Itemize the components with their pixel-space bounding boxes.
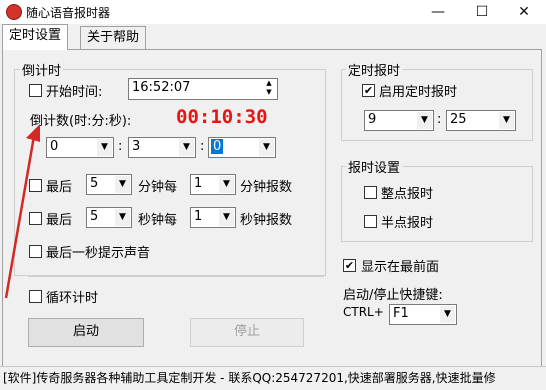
last-second-sound-checkbox[interactable] xyxy=(29,245,42,258)
tab-timer-settings[interactable]: 定时设置 xyxy=(2,24,69,50)
second-every-label: 秒钟每 xyxy=(138,213,178,228)
last-seconds-checkbox[interactable] xyxy=(29,212,42,225)
spin-down-icon[interactable]: ▼ xyxy=(262,88,276,97)
last-seconds-label: 最后 xyxy=(46,213,73,228)
loop-label: 循环计时 xyxy=(46,291,99,306)
hotkey-select[interactable]: F1 ▼ xyxy=(389,304,457,325)
minute-interval-value: 1 xyxy=(194,176,203,191)
last-minutes-value: 5 xyxy=(90,176,99,191)
start-time-checkbox[interactable] xyxy=(29,84,42,97)
announce-group xyxy=(341,166,533,242)
loop-checkbox[interactable] xyxy=(29,290,42,303)
seconds-value: 0 xyxy=(211,139,224,154)
start-time-value: 16:52:07 xyxy=(132,80,191,95)
stop-button[interactable]: 停止 xyxy=(190,318,304,347)
window-title: 随心语音报时器 xyxy=(26,6,111,20)
chevron-down-icon: ▼ xyxy=(259,139,274,156)
on-hour-label: 整点报时 xyxy=(381,187,434,202)
minute-interval-select[interactable]: 1 ▼ xyxy=(190,174,236,195)
start-button[interactable]: 启动 xyxy=(28,318,144,347)
schedule-hour-select[interactable]: 9 ▼ xyxy=(364,110,434,131)
start-time-spinner[interactable]: ▲ ▼ xyxy=(262,79,276,99)
minutes-select[interactable]: 3 ▼ xyxy=(128,137,196,158)
always-on-top-checkbox[interactable]: ✔ xyxy=(343,259,356,272)
half-hour-label: 半点报时 xyxy=(381,216,434,231)
chevron-down-icon: ▼ xyxy=(417,112,432,129)
status-text: [软件]传奇服务器各种辅助工具定制开发 - 联系QQ:254727201,快速部… xyxy=(3,371,496,385)
app-clock-icon xyxy=(6,4,22,20)
enable-scheduled-checkbox[interactable]: ✔ xyxy=(362,84,375,97)
chevron-down-icon: ▼ xyxy=(499,112,514,129)
last-seconds-value: 5 xyxy=(90,209,99,224)
chevron-down-icon: ▼ xyxy=(97,139,112,156)
sep-hm: : xyxy=(118,139,123,154)
schedule-sep: : xyxy=(437,112,442,127)
last-second-sound-label: 最后一秒提示声音 xyxy=(46,246,151,261)
second-interval-value: 1 xyxy=(194,209,203,224)
last-minutes-checkbox[interactable] xyxy=(29,179,42,192)
spin-up-icon[interactable]: ▲ xyxy=(262,79,276,88)
on-hour-checkbox[interactable] xyxy=(364,186,377,199)
close-button[interactable]: ✕ xyxy=(502,0,546,24)
minute-every-label: 分钟每 xyxy=(138,180,178,195)
second-report-label: 秒钟报数 xyxy=(240,213,293,228)
schedule-minute-value: 25 xyxy=(450,112,467,127)
last-seconds-select[interactable]: 5 ▼ xyxy=(86,207,132,228)
minimize-button[interactable]: — xyxy=(416,0,460,24)
start-time-label: 开始时间: xyxy=(46,85,103,100)
half-hour-checkbox[interactable] xyxy=(364,215,377,228)
last-minutes-select[interactable]: 5 ▼ xyxy=(86,174,132,195)
countdown-group-label: 倒计时 xyxy=(20,60,64,79)
chevron-down-icon: ▼ xyxy=(115,176,130,193)
enable-scheduled-label: 启用定时报时 xyxy=(379,85,458,100)
schedule-minute-select[interactable]: 25 ▼ xyxy=(446,110,516,131)
last-minutes-label: 最后 xyxy=(46,180,73,195)
announce-group-label: 报时设置 xyxy=(346,157,403,176)
hotkey-label: 启动/停止快捷键: xyxy=(343,288,443,303)
hotkey-modifier: CTRL+ xyxy=(343,305,384,319)
hotkey-value: F1 xyxy=(393,306,409,321)
second-interval-select[interactable]: 1 ▼ xyxy=(190,207,236,228)
minute-report-label: 分钟报数 xyxy=(240,180,293,195)
title-bar: 随心语音报时器 — ☐ ✕ xyxy=(0,0,546,24)
sep-ms: : xyxy=(200,139,205,154)
chevron-down-icon: ▼ xyxy=(219,209,234,226)
chevron-down-icon: ▼ xyxy=(179,139,194,156)
tab-about-help[interactable]: 关于帮助 xyxy=(80,26,147,49)
chevron-down-icon: ▼ xyxy=(219,176,234,193)
divider xyxy=(28,276,324,277)
start-time-input[interactable]: 16:52:07 ▲ ▼ xyxy=(128,78,278,100)
schedule-hour-value: 9 xyxy=(368,112,377,127)
scheduled-group-label: 定时报时 xyxy=(346,60,403,79)
chevron-down-icon: ▼ xyxy=(440,306,455,323)
status-bar: [软件]传奇服务器各种辅助工具定制开发 - 联系QQ:254727201,快速部… xyxy=(0,366,546,390)
minutes-value: 3 xyxy=(132,139,141,154)
seconds-select[interactable]: 0 ▼ xyxy=(208,137,276,158)
always-on-top-label: 显示在最前面 xyxy=(361,260,440,275)
countdown-display: 00:10:30 xyxy=(176,106,268,128)
maximize-button[interactable]: ☐ xyxy=(460,0,504,24)
chevron-down-icon: ▼ xyxy=(115,209,130,226)
